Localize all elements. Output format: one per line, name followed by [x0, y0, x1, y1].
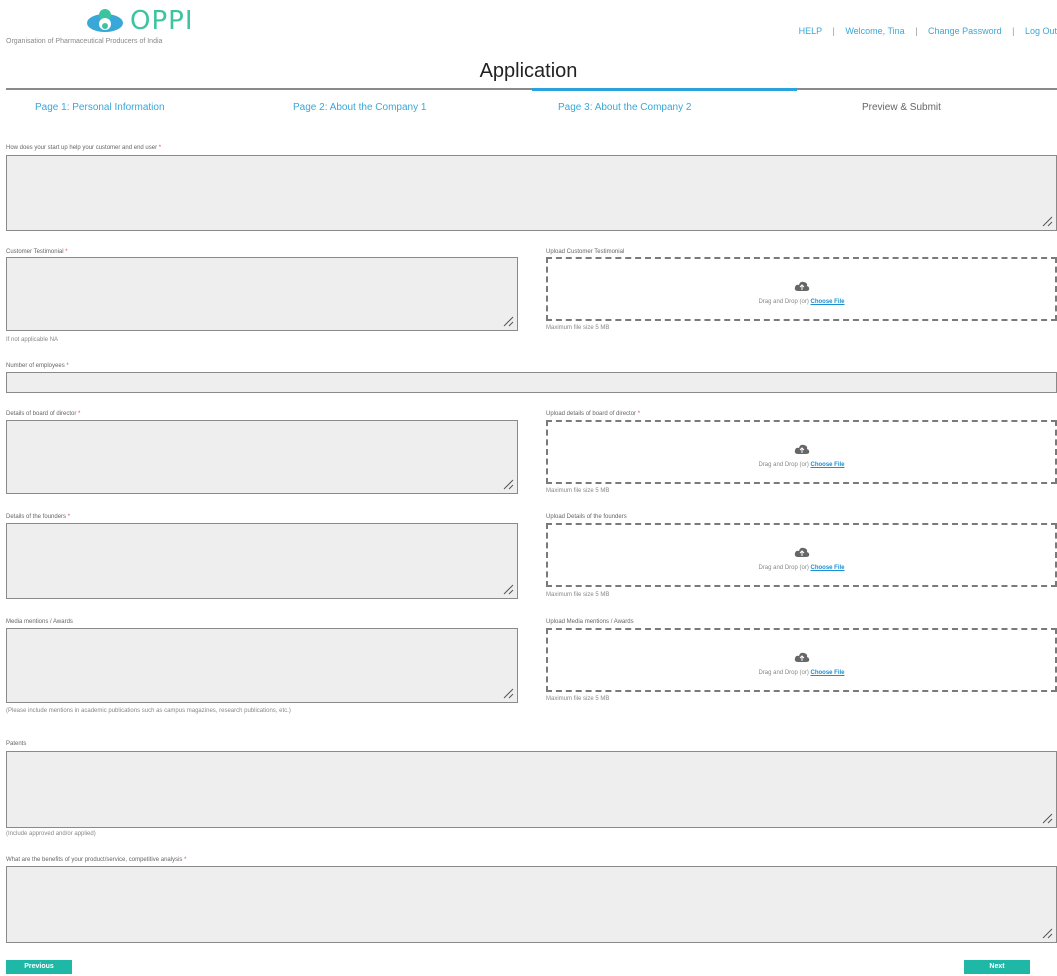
upload-media-mentions-hint: Maximum file size 5 MB	[546, 696, 610, 702]
dropzone-text: Drag and Drop (or) Choose File	[758, 299, 845, 305]
choose-file-link[interactable]: Choose File	[811, 462, 845, 468]
customer-testimonial-textarea[interactable]	[6, 257, 518, 331]
choose-file-link[interactable]: Choose File	[811, 670, 845, 676]
board-directors-label: Details of board of director *	[6, 411, 81, 417]
founders-dropzone[interactable]: Drag and Drop (or) Choose File	[546, 523, 1057, 587]
customer-testimonial-dropzone[interactable]: Drag and Drop (or) Choose File	[546, 257, 1057, 321]
media-mentions-textarea[interactable]	[6, 628, 518, 703]
tab-about-company-1[interactable]: Page 2: About the Company 1	[293, 102, 426, 113]
help-customer-label: How does your start up help your custome…	[6, 145, 162, 151]
employees-input[interactable]	[6, 372, 1057, 393]
benefits-label: What are the benefits of your product/se…	[6, 857, 187, 863]
choose-file-link[interactable]: Choose File	[811, 565, 845, 571]
employees-label: Number of employees *	[6, 363, 69, 369]
customer-testimonial-label: Customer Testimonial *	[6, 249, 68, 255]
upload-founders-label: Upload Details of the founders	[546, 514, 627, 520]
dropzone-text: Drag and Drop (or) Choose File	[758, 670, 845, 676]
resize-grip-icon[interactable]	[1041, 812, 1053, 824]
tagline: Organisation of Pharmaceutical Producers…	[6, 38, 163, 45]
patents-hint: (Include approved and/or applied)	[6, 831, 96, 837]
resize-grip-icon[interactable]	[1041, 927, 1053, 939]
page-title: Application	[479, 60, 578, 82]
resize-grip-icon[interactable]	[502, 687, 514, 699]
choose-file-link[interactable]: Choose File	[811, 299, 845, 305]
active-tab-indicator	[532, 88, 797, 91]
media-mentions-dropzone[interactable]: Drag and Drop (or) Choose File	[546, 628, 1057, 692]
help-link[interactable]: HELP	[799, 26, 822, 36]
resize-grip-icon[interactable]	[1041, 215, 1053, 227]
header: OPPI Organisation of Pharmaceutical Prod…	[0, 0, 1057, 56]
link-separator: |	[915, 26, 918, 36]
upload-board-directors-hint: Maximum file size 5 MB	[546, 488, 610, 494]
tab-about-company-2[interactable]: Page 3: About the Company 2	[558, 102, 691, 113]
upload-media-mentions-label: Upload Media mentions / Awards	[546, 619, 634, 625]
top-links: HELP | Welcome, Tina | Change Password |…	[799, 26, 1057, 36]
welcome-link[interactable]: Welcome, Tina	[845, 26, 904, 36]
board-directors-textarea[interactable]	[6, 420, 518, 494]
logo[interactable]: OPPI	[84, 6, 194, 36]
link-separator: |	[832, 26, 835, 36]
upload-customer-testimonial-label: Upload Customer Testimonial	[546, 249, 625, 255]
dropzone-text: Drag and Drop (or) Choose File	[758, 462, 845, 468]
wizard-tabs: Page 1: Personal Information Page 2: Abo…	[6, 102, 1057, 118]
change-password-link[interactable]: Change Password	[928, 26, 1002, 36]
cloud-upload-icon	[794, 652, 809, 662]
dropzone-text: Drag and Drop (or) Choose File	[758, 565, 845, 571]
board-directors-dropzone[interactable]: Drag and Drop (or) Choose File	[546, 420, 1057, 484]
tab-preview-submit[interactable]: Preview & Submit	[862, 102, 941, 113]
patents-label: Patents	[6, 741, 27, 747]
founders-textarea[interactable]	[6, 523, 518, 599]
resize-grip-icon[interactable]	[502, 478, 514, 490]
logo-text: OPPI	[130, 6, 194, 36]
patents-textarea[interactable]	[6, 751, 1057, 828]
next-button[interactable]: Next	[964, 960, 1030, 974]
founders-label: Details of the founders *	[6, 514, 71, 520]
link-separator: |	[1012, 26, 1015, 36]
log-out-link[interactable]: Log Out	[1025, 26, 1057, 36]
cloud-upload-icon	[794, 444, 809, 454]
media-mentions-label: Media mentions / Awards	[6, 619, 73, 625]
customer-testimonial-hint: If not applicable NA	[6, 337, 59, 343]
upload-founders-hint: Maximum file size 5 MB	[546, 592, 610, 598]
benefits-textarea[interactable]	[6, 866, 1057, 943]
resize-grip-icon[interactable]	[502, 583, 514, 595]
help-customer-textarea[interactable]	[6, 155, 1057, 231]
previous-button[interactable]: Previous	[6, 960, 72, 974]
cloud-upload-icon	[794, 547, 809, 557]
resize-grip-icon[interactable]	[502, 315, 514, 327]
upload-board-directors-label: Upload details of board of director *	[546, 411, 641, 417]
upload-customer-testimonial-hint: Maximum file size 5 MB	[546, 325, 610, 331]
oppi-logo-icon	[84, 7, 126, 35]
media-mentions-hint: (Please include mentions in academic pub…	[6, 708, 291, 714]
cloud-upload-icon	[794, 281, 809, 291]
tab-personal-information[interactable]: Page 1: Personal Information	[35, 102, 165, 113]
